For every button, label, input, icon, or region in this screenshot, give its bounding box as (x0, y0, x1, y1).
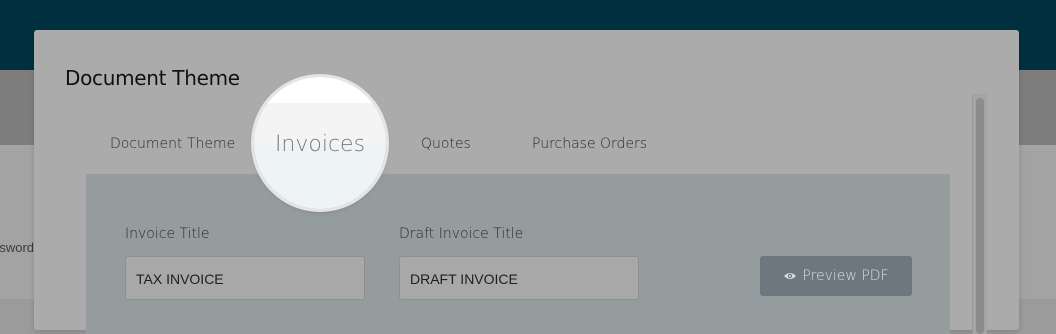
modal-scrollbar[interactable] (972, 94, 987, 334)
tab-purchase-orders[interactable]: Purchase Orders (532, 136, 647, 152)
preview-pdf-button[interactable]: Preview PDF (760, 256, 912, 296)
eye-icon (784, 273, 797, 279)
invoices-settings-panel: Invoice Title Draft Invoice Title TAX IN… (86, 174, 950, 334)
invoice-title-label: Invoice Title (125, 226, 210, 242)
tab-quotes[interactable]: Quotes (421, 136, 471, 152)
invoice-title-input[interactable]: TAX INVOICE (125, 256, 365, 300)
tab-document-theme[interactable]: Document Theme (110, 136, 235, 152)
preview-pdf-label: Preview PDF (802, 268, 889, 284)
theme-tabs: Document Theme Quotes Purchase Orders (86, 122, 950, 174)
modal-title: Document Theme (65, 66, 240, 90)
invoices-tab-spotlight: Invoices (254, 77, 386, 209)
tab-invoices[interactable]: Invoices (254, 132, 386, 157)
document-theme-modal: Document Theme Document Theme Quotes Pur… (34, 30, 1019, 334)
draft-invoice-title-input[interactable]: DRAFT INVOICE (399, 256, 639, 300)
background-password-label: Password (0, 240, 34, 255)
draft-invoice-title-label: Draft Invoice Title (399, 226, 524, 242)
